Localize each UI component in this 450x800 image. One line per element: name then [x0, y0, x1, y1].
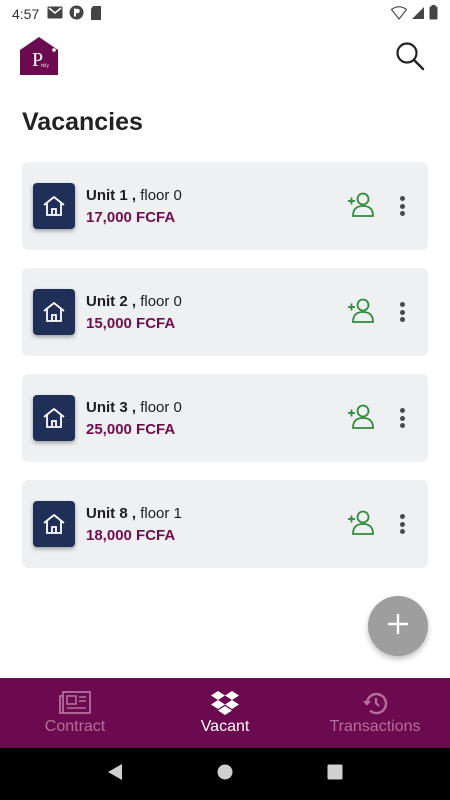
recents-button[interactable]: [315, 754, 355, 794]
dot: [399, 415, 405, 421]
more-options-button[interactable]: [392, 299, 412, 325]
back-triangle-icon: [107, 763, 123, 786]
nav-vacant[interactable]: Vacant: [150, 678, 300, 748]
nav-label: Transactions: [329, 718, 421, 735]
search-button[interactable]: [392, 40, 428, 76]
status-right: [390, 5, 438, 23]
signal-icon: [411, 6, 425, 23]
dot: [399, 408, 405, 413]
vacancy-card-unit-1[interactable]: Unit 1 , floor 0 17,000 FCFA: [22, 162, 428, 250]
svg-text:ttify: ttify: [41, 63, 50, 68]
unit-price: 17,000 FCFA: [86, 209, 176, 226]
nav-label: Contract: [44, 718, 106, 735]
dot: [399, 317, 405, 322]
unit-title: Unit 3 , floor 0: [86, 399, 182, 416]
unit-price: 18,000 FCFA: [86, 527, 176, 544]
page-title: Vacancies: [22, 108, 143, 136]
back-button[interactable]: [95, 754, 135, 794]
unit-name: Unit 1 ,: [86, 187, 137, 204]
plus-icon: [387, 613, 409, 640]
nav-transactions[interactable]: Transactions: [300, 678, 450, 748]
dropbox-icon: [211, 690, 239, 716]
recents-square-icon: [327, 764, 343, 785]
more-options-button[interactable]: [392, 511, 412, 537]
vacancy-card-unit-2[interactable]: Unit 2 , floor 0 15,000 FCFA: [22, 268, 428, 356]
pocket-icon: [69, 5, 84, 23]
unit-title: Unit 8 , floor 1: [86, 505, 182, 522]
home-icon: [33, 501, 75, 547]
unit-title: Unit 2 , floor 0: [86, 293, 182, 310]
vacancy-list: Unit 1 , floor 0 17,000 FCFA Unit 2 , fl…: [22, 162, 428, 586]
unit-title: Unit 1 , floor 0: [86, 187, 182, 204]
person-add-icon: [347, 297, 375, 328]
unit-price: 25,000 FCFA: [86, 421, 176, 438]
status-time: 4:57: [12, 6, 40, 22]
home-circle-icon: [217, 764, 233, 785]
assign-tenant-button[interactable]: [346, 404, 376, 432]
dot: [399, 521, 405, 527]
add-vacancy-fab[interactable]: [368, 596, 428, 656]
unit-floor: floor 0: [140, 187, 182, 204]
status-bar: 4:57: [0, 0, 450, 28]
unit-name: Unit 8 ,: [86, 505, 137, 522]
dot: [399, 196, 405, 201]
bottom-nav: Contract Vacant Transactions: [0, 678, 450, 748]
home-button[interactable]: [205, 754, 245, 794]
more-options-button[interactable]: [392, 405, 412, 431]
dot: [399, 514, 405, 519]
dot: [399, 529, 405, 534]
newspaper-icon: [59, 690, 91, 716]
system-nav-bar: [0, 748, 450, 800]
person-add-icon: [347, 403, 375, 434]
app-header: P ttify: [0, 28, 450, 92]
assign-tenant-button[interactable]: [346, 192, 376, 220]
gmail-icon: [47, 6, 63, 22]
home-icon: [33, 289, 75, 335]
unit-floor: floor 1: [140, 505, 182, 522]
nav-contract[interactable]: Contract: [0, 678, 150, 748]
unit-price: 15,000 FCFA: [86, 315, 176, 332]
dot: [399, 211, 405, 216]
more-options-button[interactable]: [392, 193, 412, 219]
assign-tenant-button[interactable]: [346, 298, 376, 326]
wifi-icon: [390, 5, 408, 23]
home-icon: [33, 183, 75, 229]
search-icon: [395, 41, 425, 76]
home-icon: [33, 395, 75, 441]
dot: [399, 423, 405, 428]
unit-name: Unit 3 ,: [86, 399, 137, 416]
assign-tenant-button[interactable]: [346, 510, 376, 538]
battery-icon: [429, 5, 438, 23]
dot: [399, 309, 405, 315]
dot: [399, 302, 405, 307]
person-add-icon: [347, 191, 375, 222]
vacancy-card-unit-3[interactable]: Unit 3 , floor 0 25,000 FCFA: [22, 374, 428, 462]
dot: [399, 203, 405, 209]
sd-card-icon: [90, 5, 102, 23]
p-house-logo-icon: P ttify: [19, 36, 59, 76]
unit-name: Unit 2 ,: [86, 293, 137, 310]
nav-label: Vacant: [200, 718, 250, 735]
unit-floor: floor 0: [140, 399, 182, 416]
unit-floor: floor 0: [140, 293, 182, 310]
history-icon: [361, 690, 389, 716]
person-add-icon: [347, 509, 375, 540]
vacancy-card-unit-8[interactable]: Unit 8 , floor 1 18,000 FCFA: [22, 480, 428, 568]
